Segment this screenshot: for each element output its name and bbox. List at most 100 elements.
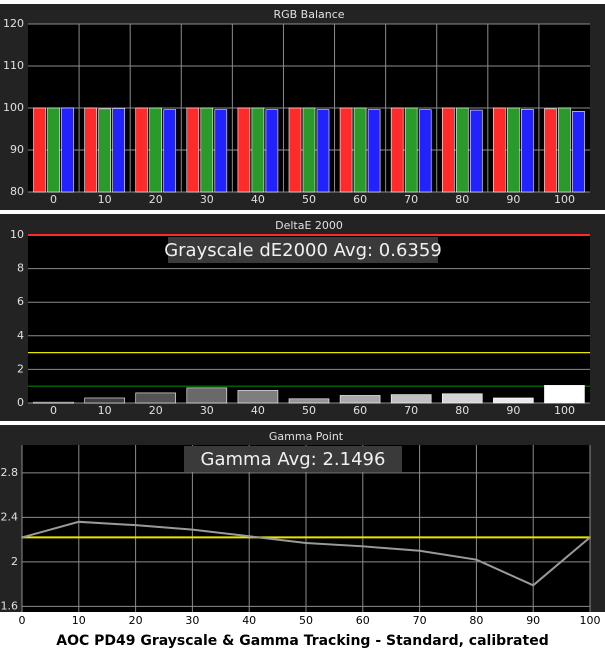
x-tick-label-3: 100 [580, 614, 601, 627]
y-tick-label-3: 2 [11, 555, 18, 568]
bar-blue-100 [572, 111, 585, 193]
gamma-point-0 [21, 536, 23, 539]
bar-green-10 [98, 108, 111, 193]
y-tick-label-2: 4 [17, 329, 24, 342]
x-tick-label-3: 50 [299, 614, 313, 627]
x-tick-label-2: 40 [251, 404, 265, 417]
x-tick-label-2: 60 [353, 404, 367, 417]
x-tick-label-3: 60 [356, 614, 370, 627]
bar-blue-50 [316, 109, 330, 193]
bar-red-50 [288, 107, 302, 193]
bar-blue-0 [61, 107, 74, 193]
x-tick-label-1: 40 [251, 193, 265, 206]
x-tick-label-1: 90 [506, 193, 520, 206]
bar-red-100 [544, 108, 557, 193]
x-tick-label-3: 80 [469, 614, 483, 627]
gamma-point-40 [248, 535, 251, 538]
delta-bar-70 [390, 394, 432, 404]
chart-title-1: RGB Balance [273, 8, 344, 21]
x-tick-label-3: 30 [185, 614, 199, 627]
y-tick-label-2: 0 [17, 396, 24, 409]
x-tick-label-3: 70 [413, 614, 427, 627]
gamma-point-50 [305, 541, 307, 544]
gamma-point-100 [589, 536, 591, 539]
bar-blue-10 [112, 108, 125, 193]
x-tick-label-2: 30 [200, 404, 214, 417]
gamma-point-90 [532, 584, 535, 587]
x-tick-label-3: 20 [129, 614, 143, 627]
delta-bar-40 [237, 390, 279, 404]
figure-caption: AOC PD49 Grayscale & Gamma Tracking - St… [56, 633, 549, 649]
delta-bar-90 [493, 397, 534, 404]
y-tick-label-2: 6 [17, 295, 24, 308]
bar-blue-30 [214, 109, 228, 193]
bar-green-0 [47, 107, 60, 193]
x-tick-label-2: 100 [554, 404, 575, 417]
x-tick-label-2: 70 [404, 404, 418, 417]
x-tick-label-2: 0 [50, 404, 57, 417]
x-tick-label-2: 10 [98, 404, 112, 417]
bar-green-50 [302, 107, 316, 193]
bar-red-90 [493, 107, 506, 193]
y-tick-label-2: 2 [17, 362, 24, 375]
y-tick-label-1: 110 [3, 59, 24, 72]
bar-blue-40 [265, 109, 279, 193]
y-tick-label-1: 100 [3, 101, 24, 114]
x-tick-label-1: 30 [200, 193, 214, 206]
x-tick-label-3: 90 [526, 614, 540, 627]
y-tick-label-2: 10 [10, 228, 24, 241]
x-tick-label-1: 20 [149, 193, 163, 206]
bar-blue-70 [418, 109, 432, 193]
annotation-text-1: Grayscale dE2000 Avg: 0.6359 [164, 240, 442, 261]
x-tick-label-1: 10 [98, 193, 112, 206]
annotation-text-2: Gamma Avg: 2.1496 [201, 449, 386, 470]
delta-bar-100 [544, 385, 585, 404]
gamma-point-70 [418, 549, 421, 552]
bar-blue-90 [521, 108, 534, 193]
calibration-charts: RGB Balance80901001101200 10 20 30 40 50 60 70 8… [0, 4, 605, 627]
bar-red-40 [237, 107, 251, 193]
delta-bar-10 [84, 397, 125, 404]
y-tick-label-3: 2.4 [1, 510, 19, 523]
y-tick-label-1: 80 [10, 185, 24, 198]
x-tick-label-1: 0 [50, 193, 57, 206]
bar-green-70 [404, 107, 418, 193]
chart-title-2: DeltaE 2000 [275, 219, 343, 232]
bar-green-80 [455, 107, 469, 193]
delta-bar-50 [288, 398, 330, 404]
bar-red-70 [390, 107, 404, 193]
bar-red-80 [441, 107, 455, 193]
bar-red-20 [135, 107, 149, 193]
bar-red-60 [339, 107, 353, 193]
bar-red-0 [33, 107, 46, 193]
bar-red-30 [186, 107, 200, 193]
bar-blue-20 [163, 109, 177, 193]
delta-bar-60 [339, 395, 381, 404]
x-tick-label-1: 50 [302, 193, 316, 206]
gamma-point-30 [191, 528, 194, 531]
delta-bar-0 [33, 401, 74, 404]
x-tick-label-2: 20 [149, 404, 163, 417]
x-tick-label-3: 40 [242, 614, 256, 627]
x-tick-label-2: 90 [506, 404, 520, 417]
bar-blue-80 [469, 109, 483, 193]
y-tick-label-1: 120 [3, 17, 24, 30]
bar-green-40 [251, 107, 265, 193]
delta-bar-20 [135, 392, 177, 404]
y-tick-label-2: 8 [17, 262, 24, 275]
y-tick-label-1: 90 [10, 143, 24, 156]
bar-green-90 [507, 107, 520, 193]
gamma-point-60 [361, 545, 364, 548]
delta-bar-30 [186, 387, 228, 404]
x-tick-label-1: 80 [455, 193, 469, 206]
x-tick-label-1: 100 [554, 193, 575, 206]
x-tick-label-1: 60 [353, 193, 367, 206]
chart-title-3: Gamma Point [269, 430, 344, 443]
bar-green-60 [353, 107, 367, 193]
bar-green-30 [200, 107, 214, 193]
x-tick-label-3: 0 [19, 614, 26, 627]
bar-red-10 [84, 107, 97, 193]
x-tick-label-1: 70 [404, 193, 418, 206]
gamma-point-80 [475, 558, 478, 561]
bar-green-20 [149, 107, 163, 193]
